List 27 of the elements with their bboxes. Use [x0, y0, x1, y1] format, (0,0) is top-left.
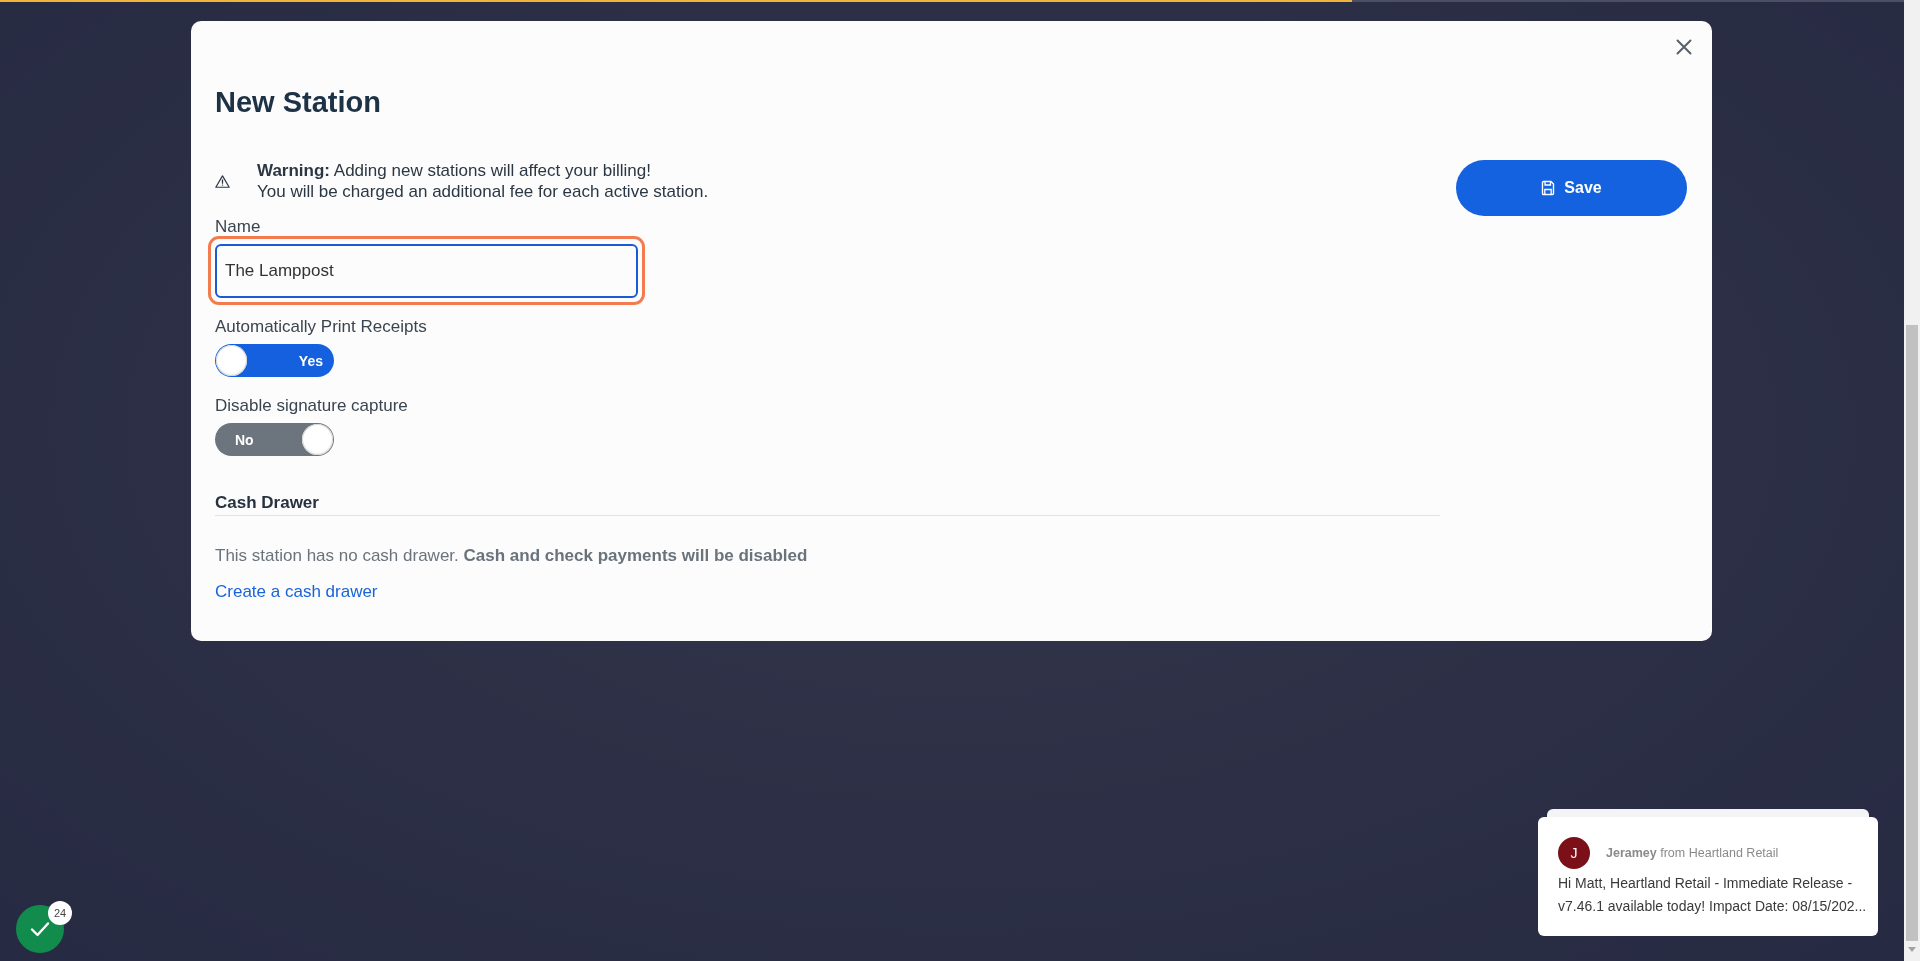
switch-knob[interactable] [302, 424, 333, 455]
scrollbar-thumb[interactable] [1906, 325, 1918, 941]
notification-count: 24 [48, 901, 72, 925]
warning-text: You will be charged an additional fee for each active station. [257, 181, 709, 202]
save-icon [1541, 180, 1556, 196]
field-label: Automatically Print Receipts [215, 317, 427, 337]
warning-icon [215, 174, 230, 188]
field-label: Disable signature capture [215, 396, 408, 416]
checkmark-icon [30, 921, 50, 937]
warning-text: Warning: Adding new stations will affect your billing! [257, 160, 652, 181]
create-cash-drawer-link[interactable]: Create a cash drawer [215, 582, 378, 602]
cash-drawer-message: This station has no cash drawer. Cash and check payments will be disabled [215, 546, 809, 566]
dialog-title: New Station [215, 85, 382, 119]
toggle-switch[interactable]: No [215, 423, 334, 456]
chat-launcher-button[interactable] [16, 905, 64, 953]
avatar-circle: J [1558, 837, 1590, 869]
name-input-field[interactable]: The Lamppost [208, 236, 645, 305]
section-heading: Cash Drawer [215, 493, 320, 513]
save-button[interactable]: Save [1456, 160, 1687, 216]
field-label: Name [215, 217, 261, 237]
toggle-switch[interactable]: Yes [215, 344, 334, 377]
close-button[interactable] [1674, 37, 1694, 57]
sender-text: Jeramey from Heartland Retail [1606, 846, 1779, 860]
message-text: Hi Matt, Heartland Retail - Immediate Release - v7.46.1 available today! Impact Date: 08/15/202... [1558, 874, 1868, 916]
close-icon [1676, 39, 1692, 55]
switch-knob[interactable] [216, 345, 247, 376]
chat-notification-card[interactable]: J Jeramey from Heartland Retail Hi Matt, Heartland Retail - Immediate Release - v7.46.1 available today! Impact Date: 08/15/202... [1538, 817, 1878, 936]
